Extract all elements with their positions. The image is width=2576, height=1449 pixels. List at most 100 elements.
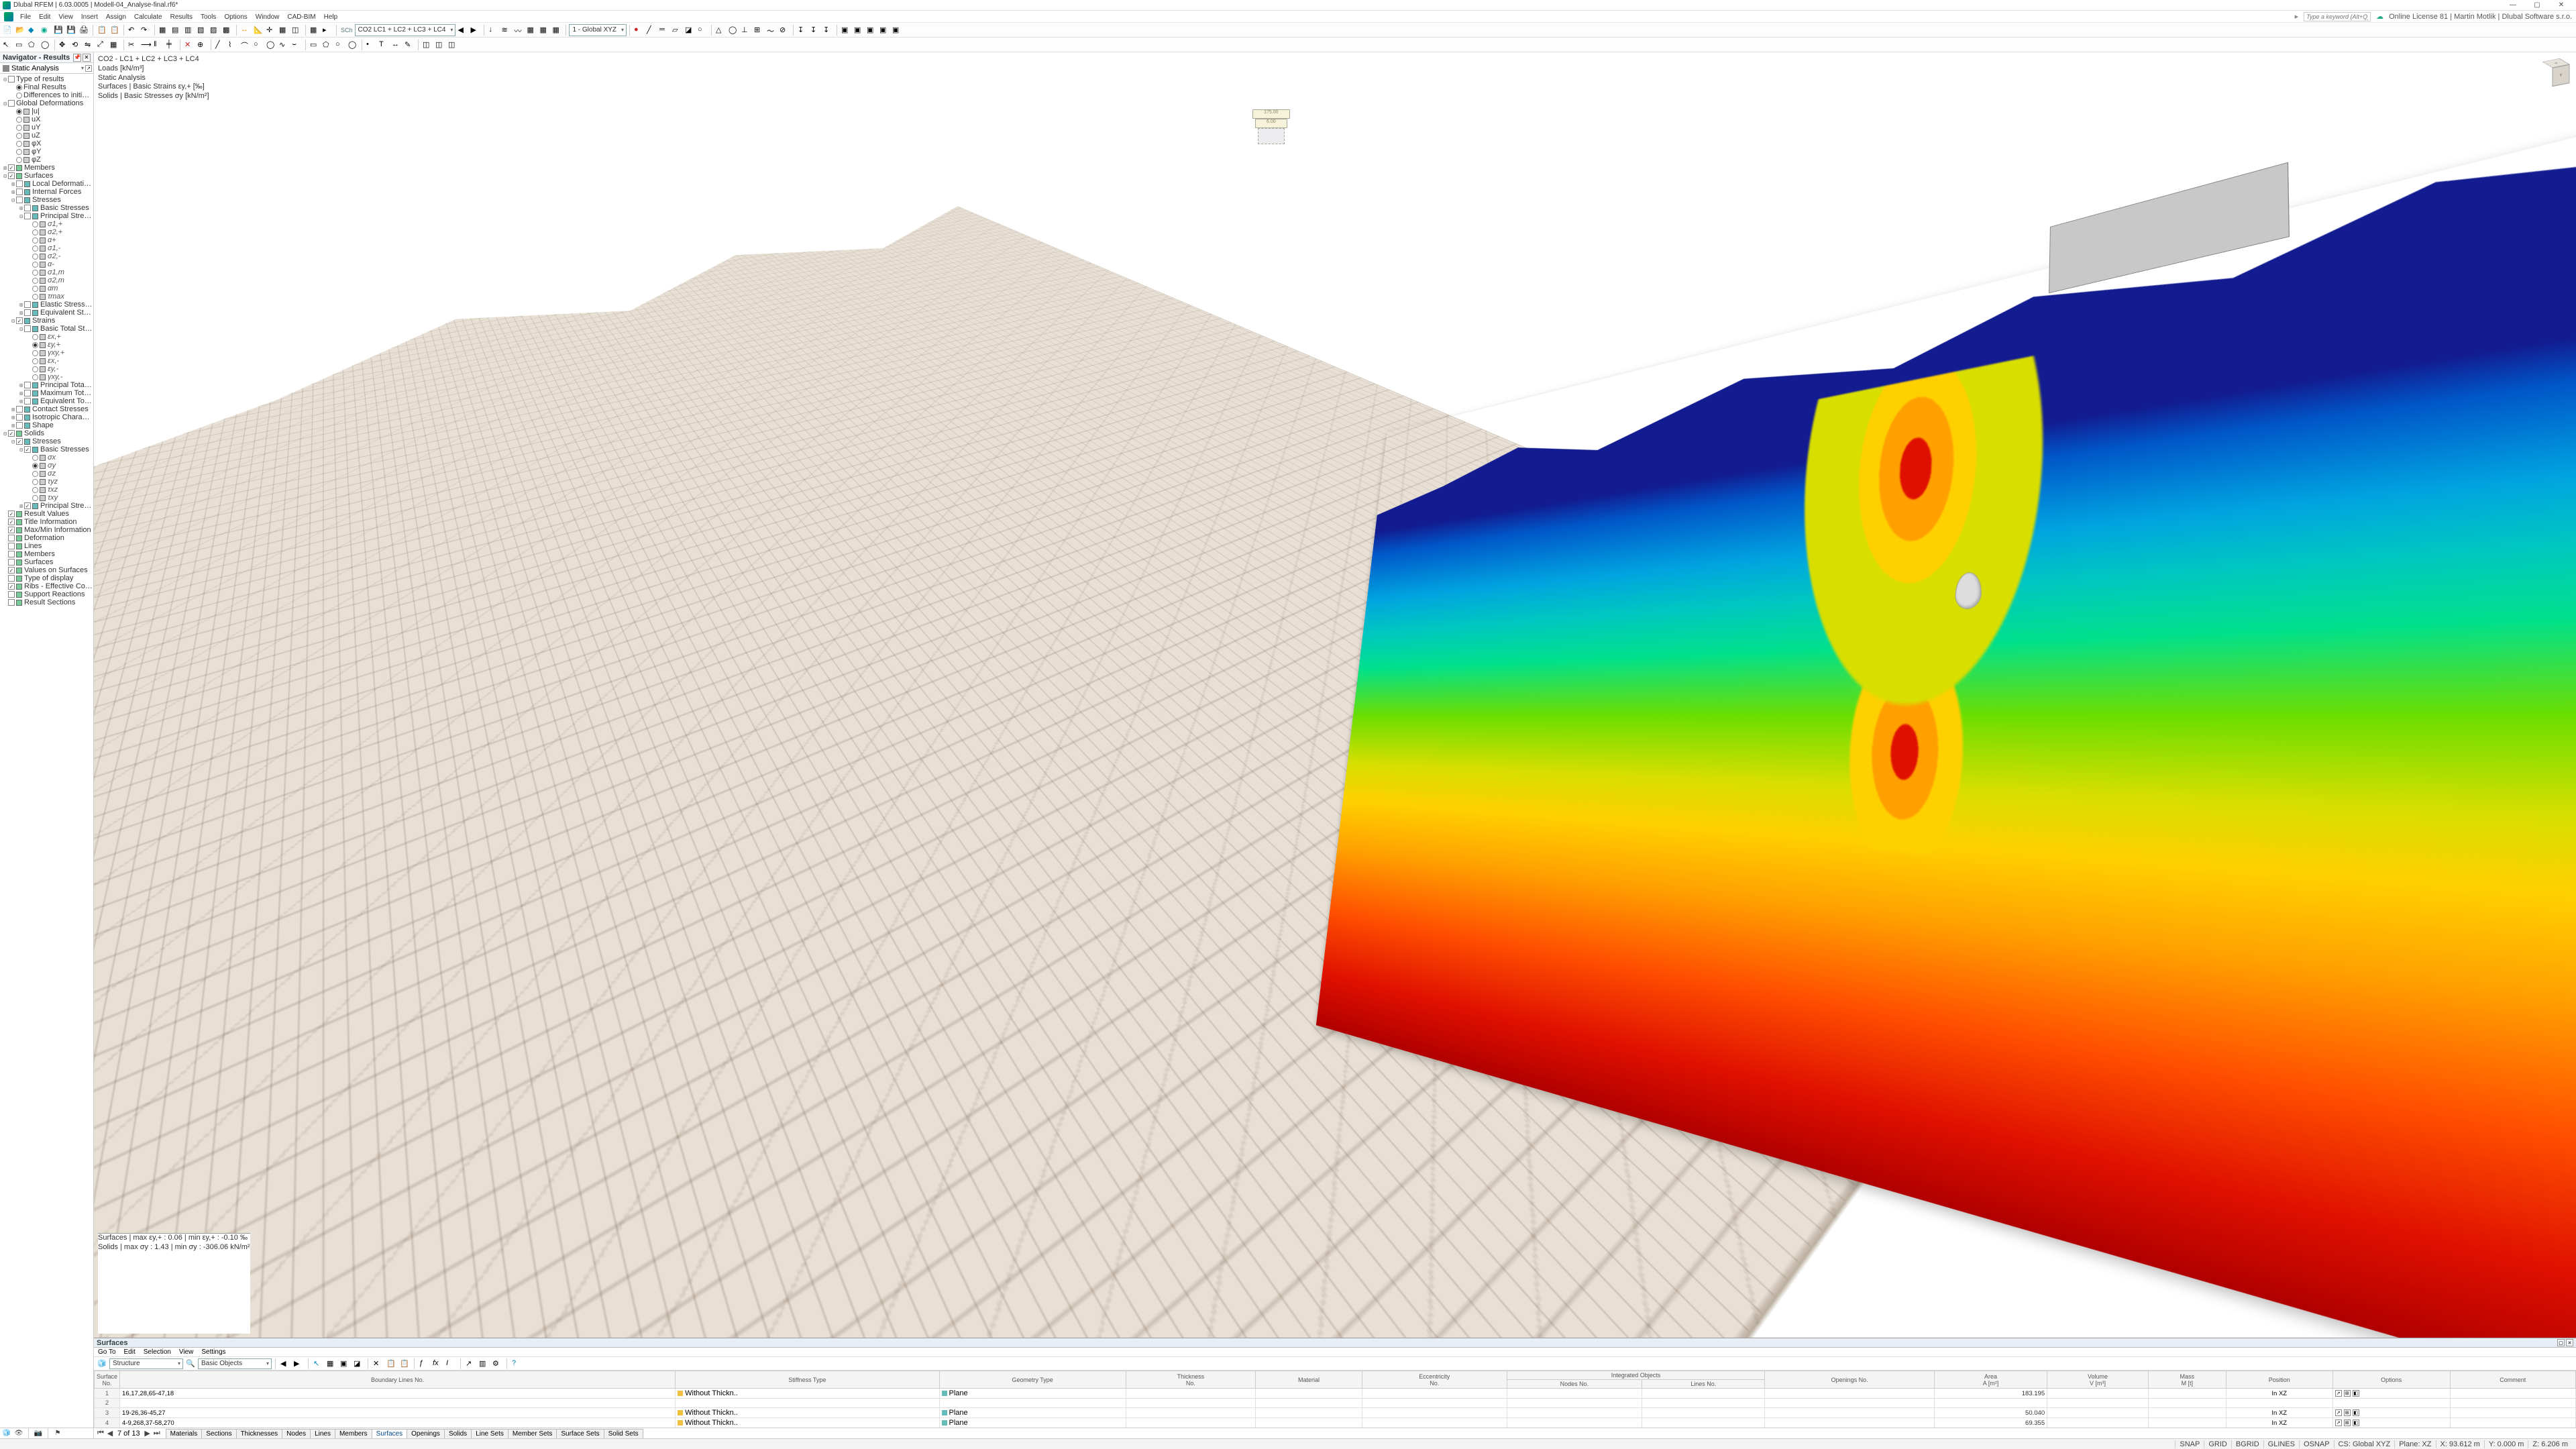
tree-item[interactable]: σ2,+ (0, 228, 93, 236)
tree-item[interactable]: ⊞Maximum Total Strains (0, 389, 93, 397)
tab-surfaces[interactable]: Surfaces (372, 1429, 407, 1438)
parabola-icon[interactable]: ⌣ (290, 39, 303, 51)
surf-poly-icon[interactable]: ⬠ (321, 39, 333, 51)
panel-filter-icon[interactable]: 🔍 (184, 1358, 197, 1370)
render2-icon[interactable]: ▦ (538, 24, 550, 36)
tree-item[interactable]: ⊟Solids (0, 429, 93, 437)
tree-item[interactable]: ⊞Principal Total Strains (0, 381, 93, 389)
tree-item[interactable]: |u| (0, 107, 93, 115)
navigator-close-icon[interactable]: ✕ (83, 54, 91, 62)
tree-item[interactable]: ⊞Elastic Stress Components (0, 301, 93, 309)
paste-icon[interactable]: 📋 (109, 24, 121, 36)
tree-item[interactable]: Result Values (0, 510, 93, 518)
tree-item[interactable]: uZ (0, 131, 93, 140)
tree-item[interactable]: αm (0, 284, 93, 292)
panel-close-icon[interactable]: ✕ (2566, 1339, 2573, 1346)
open-cloud-icon[interactable]: ◆ (27, 24, 39, 36)
tree-item[interactable]: ⊟Type of results (0, 75, 93, 83)
navigator-selector[interactable]: Static Analysis ↗ (0, 63, 93, 74)
panel-it-icon[interactable]: I (445, 1358, 457, 1370)
tree-item[interactable]: φX (0, 140, 93, 148)
tree-item[interactable]: σz (0, 470, 93, 478)
tree-item[interactable]: Title Information (0, 518, 93, 526)
rotate-icon[interactable]: ⟲ (70, 39, 83, 51)
tab-member-sets[interactable]: Member Sets (508, 1429, 557, 1438)
panel-fx-icon[interactable]: fx (431, 1358, 443, 1370)
measure-icon[interactable]: 📐 (252, 24, 264, 36)
design5-icon[interactable]: ▣ (891, 24, 903, 36)
tree-item[interactable]: Surfaces (0, 558, 93, 566)
panel-menu-edit[interactable]: Edit (120, 1348, 140, 1356)
panel-fn-icon[interactable]: ƒ (418, 1358, 430, 1370)
tab-thicknesses[interactable]: Thicknesses (236, 1429, 283, 1438)
view-grid-icon[interactable]: ▩ (221, 24, 233, 36)
mirror-icon[interactable]: ⇋ (83, 39, 95, 51)
solid-icon[interactable]: ◪ (684, 24, 696, 36)
status-grid[interactable]: GRID (2204, 1440, 2231, 1448)
render3-icon[interactable]: ▦ (551, 24, 563, 36)
tree-item[interactable]: γxy,- (0, 373, 93, 381)
grid-next-icon[interactable]: ▶ (143, 1429, 152, 1438)
recent-icon[interactable]: ◉ (40, 24, 52, 36)
tree-item[interactable]: Deformation (0, 534, 93, 542)
tree-item[interactable]: σ2,- (0, 252, 93, 260)
panel-settings-icon[interactable]: ⚙ (491, 1358, 503, 1370)
print-icon[interactable]: 🖨 (78, 24, 90, 36)
tree-item[interactable]: σ1,- (0, 244, 93, 252)
status-snap[interactable]: SNAP (2175, 1440, 2204, 1448)
offset-icon[interactable]: ‖ (152, 39, 164, 51)
design3-icon[interactable]: ▣ (865, 24, 877, 36)
tree-item[interactable]: εy,- (0, 365, 93, 373)
grid-icon[interactable]: ▦ (278, 24, 290, 36)
panel-paste-icon[interactable]: 📋 (398, 1358, 411, 1370)
tree-item[interactable]: εx,- (0, 357, 93, 365)
view-xy-icon[interactable]: ▤ (170, 24, 182, 36)
table-row[interactable]: 44-9,268,37-58,270Without Thickn..Plane6… (95, 1418, 2576, 1428)
panel-filter1[interactable]: Structure (109, 1358, 183, 1369)
menu-help[interactable]: Help (320, 12, 342, 22)
tab-solid-sets[interactable]: Solid Sets (604, 1429, 643, 1438)
loads-icon[interactable]: ↓ (487, 24, 499, 36)
menu-tools[interactable]: Tools (197, 12, 220, 22)
tree-item[interactable]: ⊞Equivalent Stresses (0, 309, 93, 317)
panel-del-icon[interactable]: ✕ (372, 1358, 384, 1370)
copy-icon[interactable]: 📋 (96, 24, 108, 36)
tab-line-sets[interactable]: Line Sets (471, 1429, 508, 1438)
tree-item[interactable]: ⊞Isotropic Characteristics (0, 413, 93, 421)
tree-item[interactable]: α+ (0, 236, 93, 244)
trim-icon[interactable]: ✂ (127, 39, 139, 51)
menu-results[interactable]: Results (166, 12, 197, 22)
tree-item[interactable]: Final Results (0, 83, 93, 91)
grid-last-icon[interactable]: ⏭ (152, 1429, 162, 1438)
deform-icon[interactable]: 〰 (513, 24, 525, 36)
menu-view[interactable]: View (54, 12, 77, 22)
surf-circle-icon[interactable]: ○ (334, 39, 346, 51)
tree-item[interactable]: ⊞Equivalent Total Strains (0, 397, 93, 405)
arc-icon[interactable]: ⌒ (239, 39, 252, 51)
tree-item[interactable]: ⊞Principal Stresses (0, 502, 93, 510)
sel-arrow-icon[interactable]: ↖ (1, 39, 13, 51)
tab-solids[interactable]: Solids (444, 1429, 472, 1438)
status-glines[interactable]: GLINES (2263, 1440, 2299, 1448)
support-icon[interactable]: △ (714, 24, 727, 36)
design2-icon[interactable]: ▣ (853, 24, 865, 36)
spring-icon[interactable]: 〜 (765, 24, 777, 36)
delete-icon[interactable]: ✕ (183, 39, 195, 51)
tree-item[interactable]: ⊟Surfaces (0, 172, 93, 180)
design1-icon[interactable]: ▣ (840, 24, 852, 36)
tab-materials[interactable]: Materials (166, 1429, 203, 1438)
tree-item[interactable]: τxy (0, 494, 93, 502)
extend-icon[interactable]: ⟶ (140, 39, 152, 51)
circle-icon[interactable]: ○ (252, 39, 264, 51)
dim-icon[interactable]: ↔ (239, 24, 252, 36)
line-tool-icon[interactable]: ╱ (214, 39, 226, 51)
menu-insert[interactable]: Insert (77, 12, 102, 22)
prev-case-icon[interactable]: ◀ (456, 24, 468, 36)
tree-item[interactable]: σ1,m (0, 268, 93, 276)
panel-export-icon[interactable]: ↗ (464, 1358, 476, 1370)
tree-item[interactable]: ⊟Stresses (0, 196, 93, 204)
menu-edit[interactable]: Edit (35, 12, 54, 22)
loadcase-combo[interactable]: CO2 LC1 + LC2 + LC3 + LC4 (355, 24, 456, 36)
navigation-cube[interactable]: YX-Z (2541, 58, 2571, 87)
render-icon[interactable]: ▦ (525, 24, 537, 36)
